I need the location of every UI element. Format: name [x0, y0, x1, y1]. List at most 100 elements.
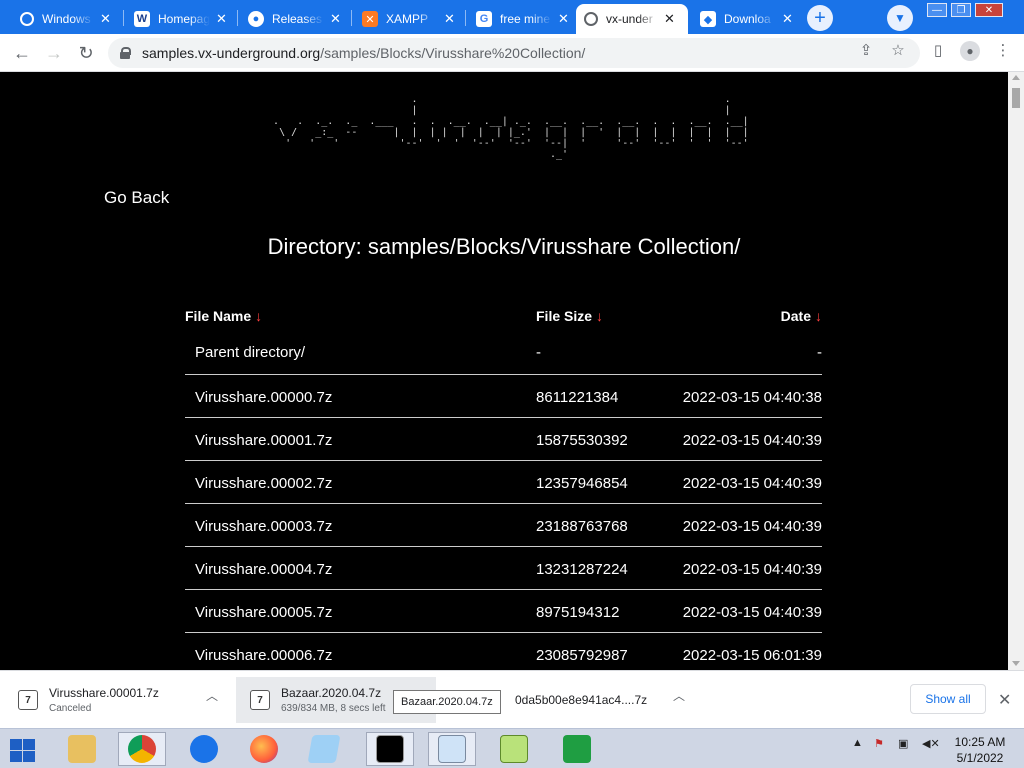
file-date: 2022-03-15 06:01:39 — [682, 647, 822, 664]
header-label: File Size — [536, 308, 593, 324]
close-icon[interactable]: ✕ — [100, 11, 111, 27]
table-row: Virusshare.00001.7z 15875530392 2022-03-… — [185, 418, 822, 461]
close-window-button[interactable]: ✕ — [975, 3, 1003, 17]
tab-label: Homepage — [158, 12, 210, 26]
go-back-link[interactable]: Go Back — [104, 188, 169, 208]
chevron-up-icon[interactable]: ︿ — [673, 687, 685, 703]
tab-google-search[interactable]: G free mine ✕ — [468, 4, 578, 34]
taskbar-firefox[interactable] — [240, 732, 288, 766]
table-row: Virusshare.00000.7z 8611221384 2022-03-1… — [185, 375, 822, 418]
profile-avatar[interactable]: ● — [960, 41, 980, 61]
system-clock[interactable]: 10:25 AM 5/1/2022 — [944, 734, 1016, 766]
flag-alert-icon[interactable]: ⚑ — [874, 737, 884, 750]
scroll-down-icon[interactable] — [1012, 661, 1020, 666]
file-name-link[interactable]: Virusshare.00006.7z — [195, 647, 332, 664]
scroll-up-icon[interactable] — [1012, 75, 1020, 80]
close-icon[interactable]: ✕ — [444, 11, 455, 27]
taskbar-notepad-plus[interactable] — [490, 732, 538, 766]
download-item[interactable]: 0da5b00e8e941ac4....7z — [515, 677, 685, 723]
download-file-name: Virusshare.00001.7z — [49, 686, 159, 700]
tab-separator — [237, 10, 238, 26]
taskbar-notepad[interactable] — [300, 732, 348, 766]
show-all-button[interactable]: Show all — [910, 684, 986, 714]
file-name-link[interactable]: Virusshare.00004.7z — [195, 561, 332, 578]
close-icon[interactable]: ✕ — [998, 690, 1011, 710]
file-date: 2022-03-15 04:40:39 — [682, 561, 822, 578]
tab-releases[interactable]: ● Releases ✕ — [240, 4, 350, 34]
download-item[interactable]: 7 Virusshare.00001.7z Canceled — [18, 677, 228, 723]
url-path: /samples/Blocks/Virusshare%20Collection/ — [320, 45, 586, 61]
clock-date: 5/1/2022 — [956, 751, 1004, 765]
file-name-link[interactable]: Virusshare.00000.7z — [195, 389, 332, 406]
close-icon[interactable]: ✕ — [216, 11, 227, 27]
start-button[interactable] — [8, 737, 38, 763]
tab-search-button[interactable]: ▼ — [887, 5, 913, 31]
column-header-file-name[interactable]: File Name ↓ — [185, 308, 262, 324]
close-icon[interactable]: ✕ — [782, 11, 793, 27]
taskbar-app-settings[interactable] — [180, 732, 228, 766]
new-tab-button[interactable]: + — [807, 5, 833, 31]
bookmark-star-icon[interactable]: ☆ — [889, 41, 907, 59]
tab-vx-underground[interactable]: vx-under ✕ — [576, 4, 688, 34]
notepad-icon — [307, 735, 341, 763]
download-shelf: 7 Virusshare.00001.7z Canceled ︿ 7 Bazaa… — [0, 670, 1024, 728]
file-name-link[interactable]: Virusshare.00003.7z — [195, 518, 332, 535]
column-header-file-size[interactable]: File Size ↓ — [536, 308, 603, 324]
tab-homepage[interactable]: W Homepage ✕ — [126, 4, 236, 34]
chevron-up-icon[interactable]: ︿ — [206, 687, 218, 703]
address-bar[interactable]: samples.vx-underground.org/samples/Block… — [108, 38, 920, 68]
page-scrollbar[interactable] — [1008, 72, 1024, 670]
table-row: Parent directory/ - - — [185, 330, 822, 375]
windows-logo-icon — [10, 739, 22, 750]
taskbar-command-prompt[interactable] — [366, 732, 414, 766]
download-tooltip: Bazaar.2020.04.7z — [393, 690, 501, 714]
file-date: 2022-03-15 04:40:39 — [682, 518, 822, 535]
lock-icon — [120, 47, 131, 59]
file-size: 8611221384 — [536, 389, 619, 406]
column-header-date[interactable]: Date ↓ — [781, 308, 822, 324]
close-icon[interactable]: ✕ — [664, 11, 675, 27]
restore-button[interactable]: ❐ — [951, 3, 971, 17]
taskbar-file-explorer[interactable] — [58, 732, 106, 766]
share-icon[interactable]: ⇪ — [857, 41, 875, 59]
minimize-button[interactable]: — — [927, 3, 947, 17]
file-name-link[interactable]: Virusshare.00005.7z — [195, 604, 332, 621]
github-icon: ● — [248, 11, 264, 27]
minimize-icon: — — [932, 4, 942, 16]
menu-kebab-icon[interactable]: ⋮ — [994, 41, 1012, 59]
close-icon[interactable]: ✕ — [558, 11, 569, 27]
tab-xampp[interactable]: ✕ XAMPP ✕ — [354, 4, 464, 34]
taskbar-chrome[interactable] — [118, 732, 166, 766]
taskbar-excel[interactable] — [553, 732, 601, 766]
tab-label: free mine — [500, 12, 551, 26]
reload-button[interactable]: ↻ — [74, 41, 98, 65]
table-header: File Name ↓ File Size ↓ Date ↓ — [185, 306, 822, 330]
sort-arrow-icon: ↓ — [596, 308, 604, 324]
file-name-link[interactable]: Virusshare.00002.7z — [195, 475, 332, 492]
tab-label: Windows — [42, 12, 91, 26]
file-date: 2022-03-15 04:40:39 — [682, 604, 822, 621]
file-name-link[interactable]: Virusshare.00001.7z — [195, 432, 332, 449]
tab-separator — [123, 10, 124, 26]
file-date: - — [817, 344, 822, 361]
table-row: Virusshare.00005.7z 8975194312 2022-03-1… — [185, 590, 822, 633]
download-status: Canceled — [49, 703, 92, 714]
network-icon[interactable]: ▣ — [898, 737, 908, 750]
folder-icon — [68, 735, 96, 763]
close-icon[interactable]: ✕ — [330, 11, 341, 27]
chevron-up-icon[interactable]: ▲ — [852, 737, 863, 749]
volume-muted-icon[interactable]: ◀✕ — [922, 737, 940, 750]
file-size: 13231287224 — [536, 561, 628, 578]
file-name-link[interactable]: Parent directory/ — [195, 344, 305, 361]
url-text[interactable]: samples.vx-underground.org/samples/Block… — [142, 45, 585, 61]
tab-download[interactable]: ◆ Downloa ✕ — [692, 4, 802, 34]
scrollbar-thumb[interactable] — [1012, 88, 1020, 108]
tab-windows[interactable]: Windows ✕ — [12, 4, 122, 34]
side-panel-icon[interactable]: ▯ — [929, 41, 947, 59]
taskbar-task-manager[interactable] — [428, 732, 476, 766]
forward-button[interactable]: → — [42, 41, 66, 65]
back-button[interactable]: ← — [10, 41, 34, 65]
tab-separator — [351, 10, 352, 26]
notepad-plus-icon — [500, 735, 528, 763]
table-row: Virusshare.00004.7z 13231287224 2022-03-… — [185, 547, 822, 590]
